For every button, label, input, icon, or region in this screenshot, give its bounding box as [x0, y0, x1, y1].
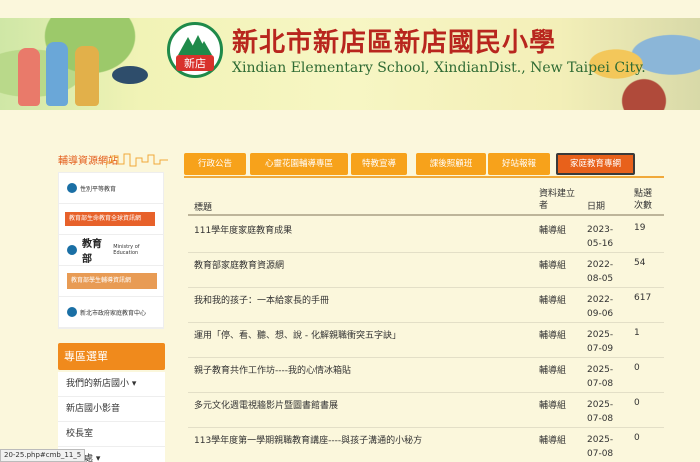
magpie-illustration: [112, 66, 148, 84]
row-date: 2022-09-06: [587, 295, 614, 319]
row-creator: 輔導組: [539, 436, 567, 446]
link-sublabel: Ministry of Education: [113, 244, 140, 256]
row-title-link[interactable]: 教育部家庭教育資源網: [194, 258, 284, 271]
header-views[interactable]: 點選次數: [634, 188, 656, 212]
link-label: 性別平等教育: [80, 185, 117, 193]
tab-admin-notices[interactable]: 行政公告: [184, 153, 246, 175]
zone-menu-header: 專區選單: [58, 343, 165, 370]
resource-link-list: 性別平等教育 教育部生命教育全球資訊網 教育部 Ministry of Educ…: [58, 172, 164, 329]
row-views: 0: [634, 398, 640, 408]
link-label: 教育部生命教育全球資訊網: [65, 212, 155, 226]
row-creator: 輔導組: [539, 366, 567, 376]
table-row: 親子教育共作工作坊----我的心情冰箱貼 輔導組 2025-07-08 0: [188, 358, 664, 393]
tab-good-sites[interactable]: 好站報報: [488, 153, 550, 175]
row-creator: 輔導組: [539, 296, 567, 306]
row-date: 2025-07-08: [587, 365, 614, 389]
row-title-link[interactable]: 我和我的孩子：一本給家長的手冊: [194, 293, 329, 306]
table-row: 教育部家庭教育資源網 輔導組 2022-08-05 54: [188, 253, 664, 288]
table-header-row: 標題 資料建立者 日期 點選次數: [188, 184, 664, 216]
tab-counseling-zone[interactable]: 心靈花園輔導專區: [250, 153, 348, 175]
child-illustration: [18, 48, 40, 106]
school-logo[interactable]: 新店: [167, 22, 223, 78]
link-family-education-center[interactable]: 新北市政府家庭教育中心: [59, 297, 163, 328]
mountain-icon: [178, 35, 212, 55]
gender-equality-logo-icon: [67, 183, 77, 193]
ministry-logo-icon: [67, 245, 77, 255]
tab-underline: [184, 176, 664, 178]
row-views: 617: [634, 293, 652, 303]
link-student-counseling[interactable]: 教育部學生輔導資訊網: [59, 266, 163, 297]
row-title-link[interactable]: 運用「停、看、聽、想、說 - 化解親職衝突五字訣」: [194, 328, 401, 341]
zone-item-video[interactable]: 新店國小影音: [58, 397, 165, 422]
tab-family-education[interactable]: 家庭教育專網: [556, 153, 635, 175]
header-creator[interactable]: 資料建立者: [539, 188, 579, 212]
row-views: 19: [634, 223, 646, 233]
row-date: 2022-08-05: [587, 260, 614, 284]
child-illustration: [46, 42, 68, 106]
row-date: 2025-07-08: [587, 435, 614, 459]
row-creator: 輔導組: [539, 401, 567, 411]
skyline-icon: [106, 153, 168, 168]
row-creator: 輔導組: [539, 261, 567, 271]
row-creator: 輔導組: [539, 226, 567, 236]
row-date: 2023-05-16: [587, 225, 614, 249]
table-row: 111學年度家庭教育成果 輔導組 2023-05-16 19: [188, 218, 664, 253]
row-creator: 輔導組: [539, 331, 567, 341]
link-label: 新北市政府家庭教育中心: [80, 309, 147, 317]
zone-item-our-school[interactable]: 我們的新店國小 ▾: [58, 372, 165, 397]
row-title-link[interactable]: 親子教育共作工作坊----我的心情冰箱貼: [194, 363, 351, 376]
tab-after-school[interactable]: 課後照顧班: [416, 153, 486, 175]
child-illustration: [75, 46, 99, 106]
row-views: 0: [634, 433, 640, 443]
row-views: 1: [634, 328, 640, 338]
row-title-link[interactable]: 113學年度第一學期親職教育講座----與孩子溝通的小秘方: [194, 433, 422, 446]
row-date: 2025-07-09: [587, 330, 614, 354]
new-taipei-logo-icon: [67, 307, 77, 317]
link-gender-equality[interactable]: 性別平等教育: [59, 173, 163, 204]
link-life-education[interactable]: 教育部生命教育全球資訊網: [59, 204, 163, 235]
row-views: 0: [634, 363, 640, 373]
link-label: 教育部: [82, 239, 102, 265]
row-title-link[interactable]: 多元文化週電視牆影片暨圖書館書展: [194, 398, 338, 411]
header-date[interactable]: 日期: [587, 200, 627, 214]
link-label: 教育部學生輔導資訊網: [67, 273, 157, 289]
table-row: 我和我的孩子：一本給家長的手冊 輔導組 2022-09-06 617: [188, 288, 664, 323]
status-bar-url: 20-25.php#cmb_11_5: [0, 449, 86, 462]
row-views: 54: [634, 258, 646, 268]
row-title-link[interactable]: 111學年度家庭教育成果: [194, 223, 292, 236]
logo-text: 新店: [176, 55, 214, 71]
school-subtitle: Xindian Elementary School, XindianDist.,…: [232, 60, 646, 76]
links-section-header: 輔導資源網站: [58, 152, 170, 174]
zone-item-principal[interactable]: 校長室: [58, 422, 165, 447]
row-date: 2025-07-08: [587, 400, 614, 424]
school-title: 新北市新店區新店國民小學: [232, 28, 557, 58]
table-row: 運用「停、看、聽、想、說 - 化解親職衝突五字訣」 輔導組 2025-07-09…: [188, 323, 664, 358]
tab-special-education[interactable]: 特教宣導: [351, 153, 407, 175]
link-ministry-education[interactable]: 教育部 Ministry of Education: [59, 235, 163, 266]
header-title[interactable]: 標題: [194, 200, 212, 213]
table-row: 多元文化週電視牆影片暨圖書館書展 輔導組 2025-07-08 0: [188, 393, 664, 428]
table-row: 113學年度第一學期親職教育講座----與孩子溝通的小秘方 輔導組 2025-0…: [188, 428, 664, 462]
